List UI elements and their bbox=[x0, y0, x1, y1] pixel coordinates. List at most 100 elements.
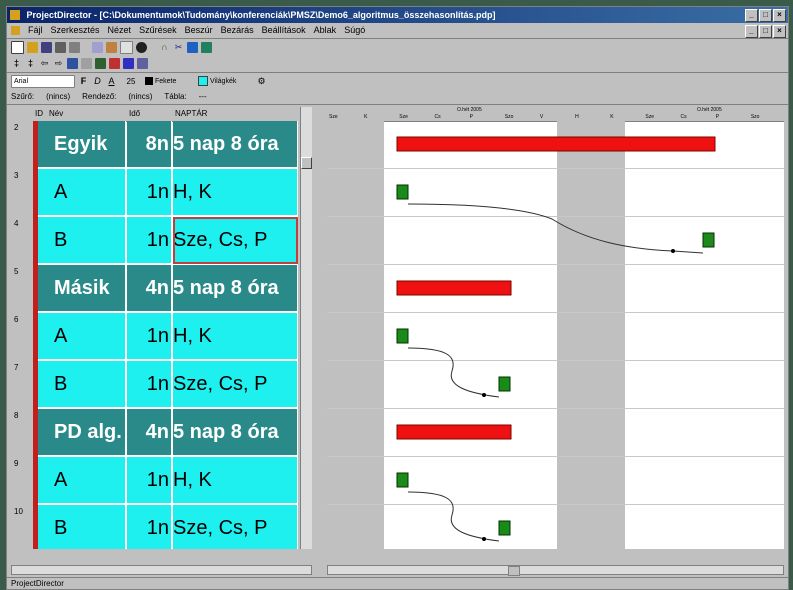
menu-insert[interactable]: Beszúr bbox=[185, 24, 213, 37]
calendar-cell[interactable]: Sze, Cs, P bbox=[173, 505, 298, 549]
row-number[interactable]: 7 bbox=[11, 361, 33, 410]
duration-cell[interactable]: 1n bbox=[127, 505, 172, 549]
text-color-select[interactable]: Fekete bbox=[145, 76, 195, 87]
arrow-right-icon[interactable]: ⇨ bbox=[53, 58, 64, 69]
underline-button[interactable]: A bbox=[106, 76, 117, 87]
duration-cell[interactable]: 4n bbox=[127, 409, 172, 456]
italic-button[interactable]: D bbox=[92, 76, 103, 87]
summary-bar[interactable] bbox=[396, 280, 512, 296]
grid-horizontal-scrollbar[interactable] bbox=[11, 565, 312, 575]
gantt-scroll-thumb[interactable] bbox=[508, 566, 520, 576]
summary-bar[interactable] bbox=[396, 136, 716, 152]
task-bar[interactable] bbox=[396, 184, 409, 200]
font-select[interactable]: Arial bbox=[11, 74, 75, 88]
page-icon[interactable] bbox=[120, 40, 133, 54]
outdent-icon[interactable]: ‡ bbox=[11, 58, 22, 69]
menu-file[interactable]: Fájl bbox=[28, 24, 43, 37]
task-name-cell[interactable]: PD alg. bbox=[38, 409, 126, 456]
duration-cell[interactable]: 1n bbox=[127, 361, 172, 408]
sort-select[interactable]: (nincs) bbox=[128, 92, 152, 101]
unlink-tasks-icon[interactable] bbox=[81, 57, 92, 69]
menu-settings[interactable]: Beállítások bbox=[262, 24, 306, 37]
link-icon[interactable] bbox=[136, 41, 147, 53]
row-number[interactable]: 10 bbox=[11, 505, 33, 549]
col-header-duration[interactable]: Idő bbox=[129, 109, 140, 118]
doc-minimize-button[interactable]: _ bbox=[745, 25, 758, 38]
task-bar[interactable] bbox=[396, 328, 409, 344]
pane-splitter[interactable] bbox=[312, 107, 327, 549]
task-name-cell[interactable]: Másik bbox=[38, 265, 126, 312]
minimize-button[interactable]: _ bbox=[745, 9, 758, 22]
open-folder-icon[interactable] bbox=[27, 41, 38, 53]
copy-icon[interactable] bbox=[92, 41, 103, 53]
calendar-icon[interactable] bbox=[137, 57, 148, 69]
assign-icon[interactable] bbox=[123, 57, 134, 69]
calendar-cell[interactable]: Sze, Cs, P bbox=[173, 361, 298, 408]
fill-color-select[interactable]: Világkék bbox=[198, 75, 253, 87]
summary-task-row[interactable]: 5 Másik 4n 5 nap 8 óra bbox=[11, 265, 298, 314]
menu-filters[interactable]: Szűrések bbox=[139, 24, 177, 37]
calendar-cell[interactable]: Sze, Cs, P bbox=[173, 217, 298, 264]
chart-icon[interactable] bbox=[187, 41, 198, 53]
link-tasks-icon[interactable] bbox=[67, 57, 78, 69]
menu-close[interactable]: Bezárás bbox=[221, 24, 254, 37]
task-row[interactable]: 4 B 1n Sze, Cs, P bbox=[11, 217, 298, 266]
calendar-cell[interactable]: 5 nap 8 óra bbox=[173, 121, 298, 168]
resource-icon[interactable] bbox=[109, 57, 120, 69]
duration-cell[interactable]: 1n bbox=[127, 457, 172, 504]
menu-help[interactable]: Súgó bbox=[344, 24, 365, 37]
col-header-id[interactable]: ID bbox=[35, 109, 43, 118]
summary-task-row[interactable]: 2 Egyik 8n 5 nap 8 óra bbox=[11, 121, 298, 170]
row-number[interactable]: 3 bbox=[11, 169, 33, 218]
scroll-thumb[interactable] bbox=[301, 157, 312, 169]
print-preview-icon[interactable] bbox=[69, 41, 80, 53]
filter-select[interactable]: (nincs) bbox=[46, 92, 70, 101]
arrow-left-icon[interactable]: ⇦ bbox=[39, 58, 50, 69]
paste-icon[interactable] bbox=[106, 41, 117, 53]
table-select[interactable]: --- bbox=[199, 92, 207, 101]
task-row[interactable]: 10 B 1n Sze, Cs, P bbox=[11, 505, 298, 549]
summary-task-row[interactable]: 8 PD alg. 4n 5 nap 8 óra bbox=[11, 409, 298, 458]
calendar-cell[interactable]: H, K bbox=[173, 313, 298, 360]
size-select[interactable]: 25 bbox=[120, 76, 142, 87]
duration-cell[interactable]: 8n bbox=[127, 121, 172, 168]
row-number[interactable]: 9 bbox=[11, 457, 33, 506]
print-icon[interactable] bbox=[55, 41, 66, 53]
task-bar[interactable] bbox=[498, 376, 511, 392]
menu-view[interactable]: Nézet bbox=[108, 24, 132, 37]
row-number[interactable]: 6 bbox=[11, 313, 33, 362]
calendar-cell[interactable]: H, K bbox=[173, 457, 298, 504]
gantt-horizontal-scrollbar[interactable] bbox=[327, 565, 784, 576]
row-number[interactable]: 8 bbox=[11, 409, 33, 458]
duration-cell[interactable]: 1n bbox=[127, 217, 172, 264]
task-name-cell[interactable]: B bbox=[38, 505, 126, 549]
task-name-cell[interactable]: Egyik bbox=[38, 121, 126, 168]
menu-edit[interactable]: Szerkesztés bbox=[51, 24, 100, 37]
task-info-icon[interactable] bbox=[95, 57, 106, 69]
task-name-cell[interactable]: B bbox=[38, 217, 126, 264]
task-row[interactable]: 9 A 1n H, K bbox=[11, 457, 298, 506]
indent-icon[interactable]: ‡ bbox=[25, 58, 36, 69]
task-name-cell[interactable]: A bbox=[38, 313, 126, 360]
col-header-name[interactable]: Név bbox=[49, 109, 63, 118]
row-number[interactable]: 2 bbox=[11, 121, 33, 170]
menu-window[interactable]: Ablak bbox=[314, 24, 337, 37]
new-file-icon[interactable] bbox=[11, 40, 24, 54]
task-name-cell[interactable]: A bbox=[38, 457, 126, 504]
doc-close-button[interactable]: × bbox=[773, 25, 786, 38]
save-icon[interactable] bbox=[41, 41, 52, 53]
task-bar[interactable] bbox=[702, 232, 715, 248]
scissors-icon[interactable]: ✂ bbox=[173, 42, 184, 53]
task-row[interactable]: 7 B 1n Sze, Cs, P bbox=[11, 361, 298, 410]
maximize-button[interactable]: □ bbox=[759, 9, 772, 22]
row-number[interactable]: 5 bbox=[11, 265, 33, 314]
task-name-cell[interactable]: A bbox=[38, 169, 126, 216]
calendar-cell[interactable]: 5 nap 8 óra bbox=[173, 409, 298, 456]
calendar-cell[interactable]: 5 nap 8 óra bbox=[173, 265, 298, 312]
task-row[interactable]: 6 A 1n H, K bbox=[11, 313, 298, 362]
duration-cell[interactable]: 1n bbox=[127, 313, 172, 360]
col-header-calendar[interactable]: NAPTÁR bbox=[175, 109, 207, 118]
duration-cell[interactable]: 1n bbox=[127, 169, 172, 216]
calendar-cell[interactable]: H, K bbox=[173, 169, 298, 216]
bold-button[interactable]: F bbox=[78, 76, 89, 87]
